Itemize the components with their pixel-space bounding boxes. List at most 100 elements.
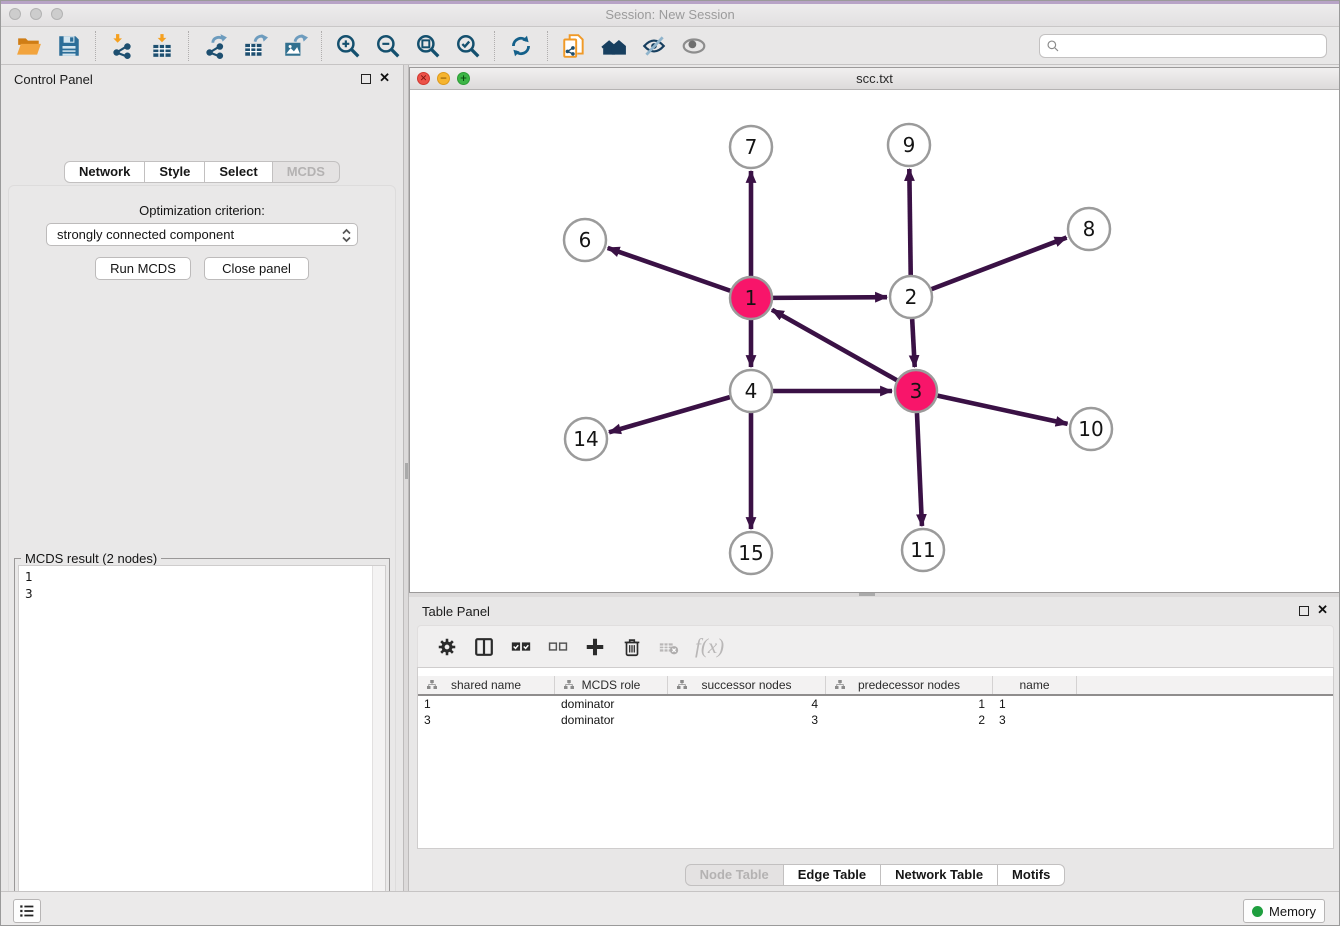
table-cell[interactable]: 3 <box>418 712 555 728</box>
show-log-button[interactable] <box>13 899 41 923</box>
edge-1-2[interactable] <box>773 297 887 298</box>
edge-4-14[interactable] <box>609 397 730 432</box>
column-header-name[interactable]: name <box>993 676 1077 694</box>
tab-node-table[interactable]: Node Table <box>685 864 784 886</box>
export-table-button[interactable] <box>237 30 273 62</box>
chevron-updown-icon <box>341 227 352 247</box>
control-panel: Control Panel ✕ NetworkStyleSelectMCDS O… <box>1 65 403 891</box>
tab-mcds[interactable]: MCDS <box>273 161 340 183</box>
tab-style[interactable]: Style <box>145 161 205 183</box>
node-label-7: 7 <box>745 135 758 159</box>
zoom-selected-icon <box>455 33 481 59</box>
search-input[interactable] <box>1039 34 1327 58</box>
open-session-button[interactable] <box>11 30 47 62</box>
network-view-title: scc.txt <box>410 71 1339 86</box>
table-cell[interactable]: 4 <box>668 696 826 712</box>
table-cell[interactable]: 1 <box>993 696 1077 712</box>
table-cell[interactable]: 2 <box>826 712 993 728</box>
control-panel-title: Control Panel <box>14 72 93 87</box>
table-panel: Table Panel ✕ <box>409 597 1340 891</box>
edge-2-9[interactable] <box>909 169 910 275</box>
zoom-out-icon <box>375 33 401 59</box>
show-columns-button[interactable] <box>467 631 501 663</box>
export-image-button[interactable] <box>277 30 313 62</box>
node-label-14: 14 <box>573 427 598 451</box>
table-cell[interactable]: dominator <box>555 712 668 728</box>
close-panel-button[interactable]: Close panel <box>204 257 309 280</box>
node-label-1: 1 <box>745 286 758 310</box>
edge-3-11[interactable] <box>917 413 922 526</box>
tab-network[interactable]: Network <box>64 161 145 183</box>
add-column-button[interactable] <box>578 631 612 663</box>
run-mcds-button[interactable]: Run MCDS <box>95 257 191 280</box>
column-header-predecessor-nodes[interactable]: predecessor nodes <box>826 676 993 694</box>
splitter-grip <box>859 593 875 596</box>
save-session-button[interactable] <box>51 30 87 62</box>
column-header-successor-nodes[interactable]: successor nodes <box>668 676 826 694</box>
tab-edge-table[interactable]: Edge Table <box>784 864 881 886</box>
toolbar-separator <box>494 31 495 61</box>
memory-status-icon <box>1252 906 1263 917</box>
toolbar-separator <box>95 31 96 61</box>
zoom-fit-button[interactable] <box>410 30 446 62</box>
network-canvas[interactable]: 1234678910111415 <box>410 90 1339 592</box>
deselect-all-rows-button[interactable] <box>541 631 575 663</box>
table-row[interactable]: 1dominator411 <box>418 696 1333 712</box>
column-header-MCDS-role[interactable]: MCDS role <box>555 676 668 694</box>
toolbar-separator <box>321 31 322 61</box>
import-table-button[interactable] <box>144 30 180 62</box>
table-cell[interactable]: 1 <box>826 696 993 712</box>
delete-table-button <box>652 631 686 663</box>
zoom-in-icon <box>335 33 361 59</box>
optimization-criterion-label: Optimization criterion: <box>9 203 395 218</box>
edge-2-8[interactable] <box>932 238 1067 290</box>
result-scrollbar[interactable] <box>372 566 385 926</box>
delete-table-icon <box>658 636 680 658</box>
import-network-button[interactable] <box>104 30 140 62</box>
float-panel-icon[interactable] <box>1299 606 1309 616</box>
table-cell[interactable]: 1 <box>418 696 555 712</box>
select-all-rows-button[interactable] <box>504 631 538 663</box>
control-panel-header: Control Panel ✕ <box>1 65 403 93</box>
table-row[interactable]: 3dominator323 <box>418 712 1333 728</box>
close-panel-icon[interactable]: ✕ <box>379 70 390 86</box>
zoom-in-button[interactable] <box>330 30 366 62</box>
table-cell[interactable]: 3 <box>993 712 1077 728</box>
zoom-selected-button[interactable] <box>450 30 486 62</box>
table-cell[interactable]: 3 <box>668 712 826 728</box>
eye-slash-icon <box>641 33 667 59</box>
show-all-button[interactable] <box>676 30 712 62</box>
edge-3-1[interactable] <box>772 310 897 380</box>
node-label-15: 15 <box>738 541 763 565</box>
clone-network-button[interactable] <box>556 30 592 62</box>
zoom-out-button[interactable] <box>370 30 406 62</box>
delete-column-button[interactable] <box>615 631 649 663</box>
edge-2-3[interactable] <box>912 319 915 367</box>
memory-label: Memory <box>1269 904 1316 919</box>
network-window-titlebar[interactable]: ✕ − + scc.txt <box>410 68 1339 90</box>
edge-3-10[interactable] <box>937 396 1067 424</box>
edge-1-6[interactable] <box>608 248 731 291</box>
tab-network-table[interactable]: Network Table <box>881 864 998 886</box>
checked-boxes-icon <box>510 636 532 658</box>
memory-button[interactable]: Memory <box>1243 899 1325 923</box>
unchecked-boxes-icon <box>547 636 569 658</box>
search-icon <box>1046 39 1060 53</box>
home-button[interactable] <box>596 30 632 62</box>
zoom-fit-icon <box>415 33 441 59</box>
control-panel-tabs: NetworkStyleSelectMCDS <box>1 161 403 183</box>
close-panel-icon[interactable]: ✕ <box>1317 602 1328 618</box>
refresh-button[interactable] <box>503 30 539 62</box>
open-folder-icon <box>16 33 42 59</box>
node-label-10: 10 <box>1078 417 1103 441</box>
export-network-button[interactable] <box>197 30 233 62</box>
optimization-criterion-select[interactable]: strongly connected component <box>46 223 358 246</box>
mcds-result-textarea[interactable]: 1 3 <box>18 565 386 926</box>
table-cell[interactable]: dominator <box>555 696 668 712</box>
column-header-shared-name[interactable]: shared name <box>418 676 555 694</box>
table-settings-button[interactable] <box>430 631 464 663</box>
float-panel-icon[interactable] <box>361 74 371 84</box>
tab-motifs[interactable]: Motifs <box>998 864 1065 886</box>
hide-selected-button[interactable] <box>636 30 672 62</box>
tab-select[interactable]: Select <box>205 161 272 183</box>
